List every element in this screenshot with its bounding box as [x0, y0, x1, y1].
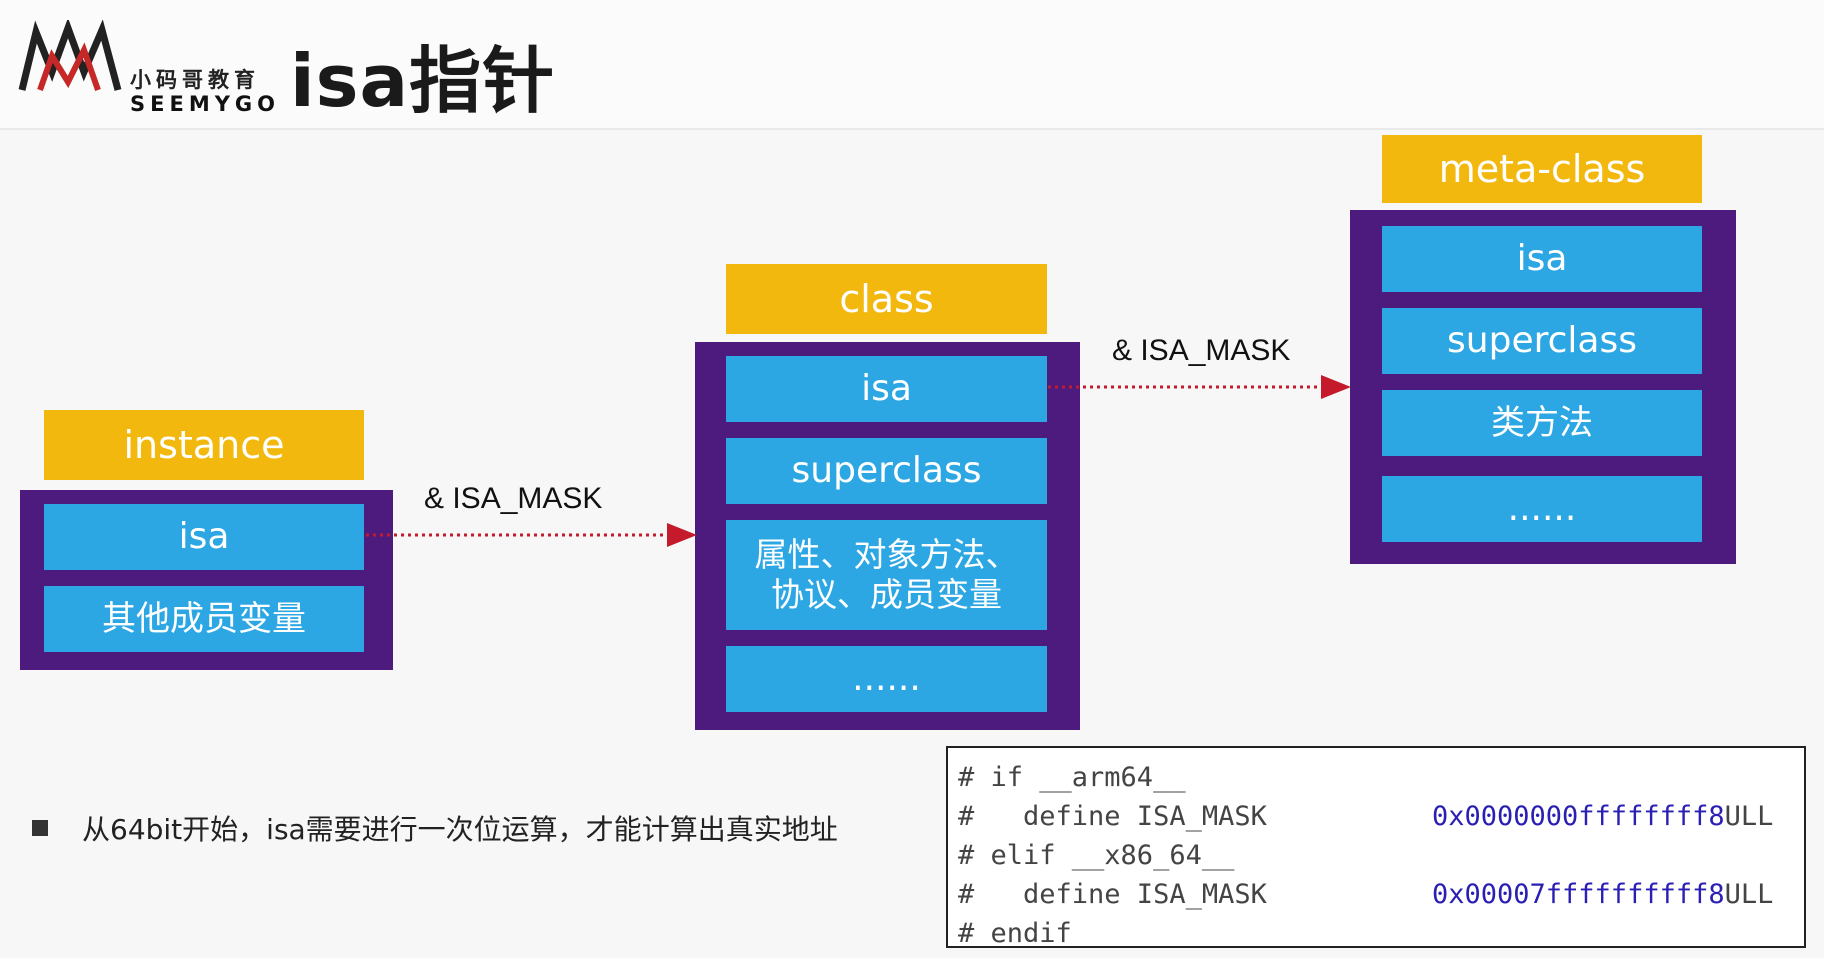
bullet-note: 从64bit开始，isa需要进行一次位运算，才能计算出真实地址 — [32, 808, 838, 848]
arrow-label-instance-to-class: & ISA_MASK — [424, 482, 603, 515]
square-bullet-icon — [32, 820, 48, 836]
x86-64-mask-value: 0x00007ffffffffff8ULL — [1432, 879, 1773, 910]
code-line: # define ISA_MASK — [958, 879, 1267, 910]
code-snippet: # if __arm64__ # define ISA_MASK # elif … — [946, 746, 1806, 949]
code-line: # define ISA_MASK — [958, 801, 1267, 832]
hex-literal: 0x00007ffffffffff8 — [1432, 879, 1725, 910]
bullet-note-text: 从64bit开始，isa需要进行一次位运算，才能计算出真实地址 — [82, 813, 838, 846]
hex-suffix: ULL — [1724, 879, 1774, 910]
arm64-mask-value: 0x0000000ffffffff8ULL — [1432, 801, 1773, 832]
code-line: # endif — [958, 918, 1072, 949]
hex-suffix: ULL — [1724, 801, 1774, 832]
hex-literal: 0x0000000ffffffff8 — [1432, 801, 1725, 832]
code-line: # elif __x86_64__ — [958, 840, 1235, 871]
code-line: # if __arm64__ — [958, 762, 1186, 793]
arrow-label-class-to-meta-class: & ISA_MASK — [1112, 334, 1291, 367]
